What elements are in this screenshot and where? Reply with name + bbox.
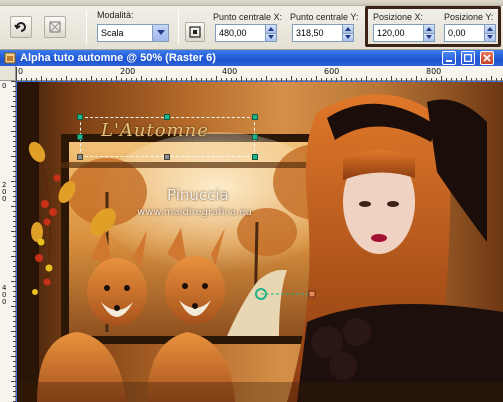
punto-centrale-y-value: 318,50 xyxy=(296,28,324,38)
transform-icon xyxy=(49,21,61,33)
spin-up-icon[interactable] xyxy=(342,25,353,33)
center-point-button[interactable] xyxy=(185,22,205,42)
document-icon xyxy=(4,52,16,64)
document-window: Alpha tuto automne @ 50% (Raster 6) 0 20… xyxy=(0,50,503,402)
ruler-horizontal: 0 200 400 600 800 xyxy=(16,66,503,81)
reset-transform-button[interactable] xyxy=(44,16,66,38)
woman-portrait-shape xyxy=(287,94,503,402)
maximize-icon xyxy=(464,54,472,62)
punto-centrale-x-label: Punto centrale X: xyxy=(213,12,283,22)
minimize-icon xyxy=(446,60,452,62)
modalita-select[interactable]: Scala xyxy=(97,24,169,42)
punto-centrale-x-field[interactable]: 480,00 xyxy=(215,24,277,42)
spin-down-icon[interactable] xyxy=(265,32,276,41)
ruler-label: 4 0 0 xyxy=(2,284,7,306)
spin-up-icon[interactable] xyxy=(265,25,276,33)
rotate-icon xyxy=(14,22,26,32)
modalita-label: Modalità: xyxy=(97,10,134,20)
minimize-button[interactable] xyxy=(442,51,456,65)
ruler-label: 0 xyxy=(2,82,7,90)
punto-centrale-y-spinner[interactable] xyxy=(342,25,353,41)
modalita-value: Scala xyxy=(101,28,124,38)
transform-handle[interactable] xyxy=(164,154,170,160)
punto-centrale-y-label: Punto centrale Y: xyxy=(290,12,359,22)
toolbar-separator xyxy=(86,10,87,44)
ruler-label: 400 xyxy=(222,67,238,76)
ruler-label: 2 0 0 xyxy=(2,181,7,203)
transform-handle[interactable] xyxy=(252,114,258,120)
transform-handle[interactable] xyxy=(252,154,258,160)
watermark-site: www.maidiregrafica.eu xyxy=(137,207,252,218)
artwork-title-text: L'Automne xyxy=(101,120,209,141)
spin-down-icon[interactable] xyxy=(342,32,353,41)
ruler-label: 0 xyxy=(18,67,24,76)
ruler-label: 800 xyxy=(426,67,442,76)
close-button[interactable] xyxy=(480,51,494,65)
toolbar-separator xyxy=(178,10,179,44)
close-icon xyxy=(483,54,491,62)
document-title: Alpha tuto automne @ 50% (Raster 6) xyxy=(20,52,216,64)
document-titlebar[interactable]: Alpha tuto automne @ 50% (Raster 6) xyxy=(0,50,503,66)
ruler-vertical: 0 2 0 0 4 0 0 xyxy=(0,81,16,402)
tool-options-toolbar: Modalità: Scala Punto centrale X: 480,00… xyxy=(0,0,503,50)
transform-handle[interactable] xyxy=(77,154,83,160)
watermark-name: Pinuccia xyxy=(167,186,229,204)
transform-handle[interactable] xyxy=(77,134,83,140)
ruler-corner xyxy=(0,66,16,81)
center-point-icon xyxy=(189,26,201,38)
chevron-down-icon[interactable] xyxy=(152,25,168,41)
maximize-button[interactable] xyxy=(461,51,475,65)
image-canvas[interactable]: L'Automne Pinuccia www.maidiregrafica.eu xyxy=(17,82,503,402)
punto-centrale-x-spinner[interactable] xyxy=(265,25,276,41)
transform-handle[interactable] xyxy=(164,114,170,120)
ruler-ticks-vertical xyxy=(11,81,16,402)
transform-handle[interactable] xyxy=(77,114,83,120)
punto-centrale-y-field[interactable]: 318,50 xyxy=(292,24,354,42)
transform-handle[interactable] xyxy=(252,134,258,140)
ruler-label: 600 xyxy=(324,67,340,76)
punto-centrale-x-value: 480,00 xyxy=(219,28,247,38)
posizione-highlight-frame xyxy=(365,6,501,47)
ruler-label: 200 xyxy=(120,67,136,76)
rotate-button[interactable] xyxy=(10,16,32,38)
